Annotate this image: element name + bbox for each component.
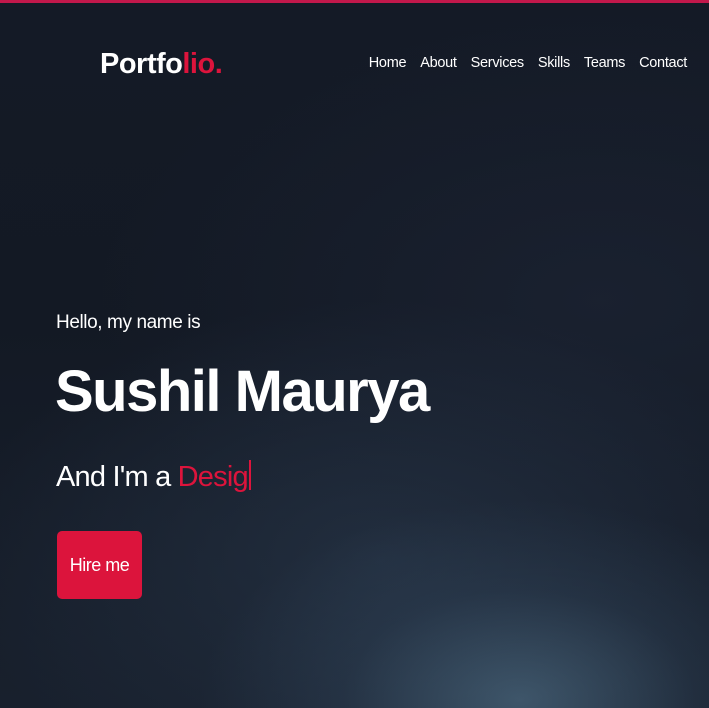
- hire-me-button[interactable]: Hire me: [57, 531, 142, 599]
- hero-section: Portfolio. Home About Services Skills Te…: [0, 0, 709, 708]
- nav-link-contact[interactable]: Contact: [639, 52, 687, 74]
- nav-link-services[interactable]: Services: [471, 52, 525, 74]
- logo[interactable]: Portfolio.: [100, 44, 223, 84]
- nav-link-skills[interactable]: Skills: [538, 52, 570, 74]
- hero-role-line: And I'm a Desig: [56, 456, 251, 498]
- nav-link-teams[interactable]: Teams: [584, 52, 626, 74]
- role-prefix: And I'm a: [56, 461, 178, 493]
- hero-intro: Hello, my name is: [56, 312, 201, 333]
- role-typed-text: Desig: [177, 461, 249, 493]
- main-nav: Home About Services Skills Teams Contact: [369, 52, 688, 74]
- typing-caret: [248, 460, 251, 490]
- top-accent-bar: [0, 0, 709, 3]
- logo-main-text: Portfo: [100, 48, 183, 80]
- logo-accent-text: lio.: [182, 48, 223, 80]
- nav-link-home[interactable]: Home: [369, 52, 407, 74]
- nav-link-about[interactable]: About: [420, 52, 457, 74]
- hero-name: Sushil Maurya: [55, 359, 430, 424]
